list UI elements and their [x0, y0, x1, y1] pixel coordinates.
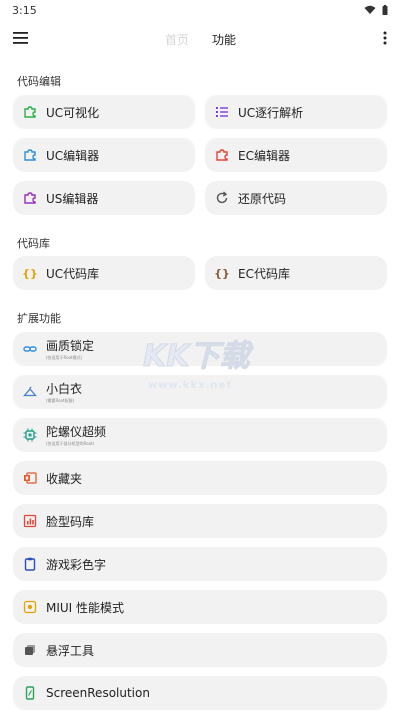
hanger-icon [23, 385, 37, 399]
restore-code-label: 还原代码 [238, 191, 287, 206]
chip-icon [23, 428, 37, 442]
refresh-icon [215, 191, 229, 205]
puzzle-icon [23, 191, 37, 205]
floating-tools-button[interactable]: 悬浮工具 [13, 633, 387, 667]
ec-code-lib-button[interactable]: {} EC代码库 [205, 256, 387, 290]
phone-icon [23, 686, 37, 700]
game-color-text-label: 游戏彩色字 [46, 557, 107, 572]
status-bar: 3:15 [0, 0, 400, 20]
tab-bar: 首页 功能 [0, 22, 400, 56]
uc-visual-button[interactable]: UC可视化 [13, 95, 195, 129]
restore-code-button[interactable]: 还原代码 [205, 181, 387, 215]
braces-icon: {} [22, 266, 38, 280]
uc-line-parse-label: UC逐行解析 [238, 105, 304, 120]
chart-icon [23, 514, 37, 528]
section-title-code-lib: 代码库 [17, 237, 50, 250]
white-coat-label: 小白衣 [46, 382, 83, 396]
quality-lock-label: 画质锁定 [46, 339, 95, 353]
puzzle-icon [23, 148, 37, 162]
section-title-extensions: 扩展功能 [17, 312, 61, 325]
uc-code-lib-button[interactable]: {} UC代码库 [13, 256, 195, 290]
uc-editor-button[interactable]: UC编辑器 [13, 138, 195, 172]
uc-visual-label: UC可视化 [46, 105, 100, 120]
gyro-overclock-button[interactable]: 陀螺仪超频 (仅适用于部分机型的Root) [13, 418, 387, 452]
app-bar: 首页 功能 [0, 22, 400, 56]
tab-functions[interactable]: 功能 [212, 31, 236, 48]
favorites-button[interactable]: 收藏夹 [13, 461, 387, 495]
white-coat-button[interactable]: 小白衣 (需要Root权限) [13, 375, 387, 409]
clipboard-icon [23, 557, 37, 571]
ec-code-lib-label: EC代码库 [238, 266, 290, 281]
status-icons [364, 5, 388, 15]
favorites-label: 收藏夹 [46, 471, 83, 486]
ec-editor-button[interactable]: EC编辑器 [205, 138, 387, 172]
menu-icon[interactable] [12, 30, 30, 46]
face-code-lib-label: 脸型码库 [46, 514, 95, 529]
white-coat-text: 小白衣 (需要Root权限) [46, 380, 82, 404]
quality-lock-sub: (仅适用于Root模式) [46, 355, 83, 360]
status-time: 3:15 [12, 3, 37, 17]
more-options-icon[interactable] [382, 30, 388, 46]
uc-line-parse-button[interactable]: UC逐行解析 [205, 95, 387, 129]
puzzle-icon [23, 105, 37, 119]
section-title-code-edit: 代码编辑 [17, 75, 61, 88]
screen-resolution-button[interactable]: ScreenResolution [13, 676, 387, 710]
link-icon [23, 342, 37, 356]
target-icon [23, 600, 37, 614]
quality-lock-text: 画质锁定 (仅适用于Root模式) [46, 337, 94, 361]
us-editor-label: US编辑器 [46, 191, 99, 206]
us-editor-button[interactable]: US编辑器 [13, 181, 195, 215]
gyro-overclock-sub: (仅适用于部分机型的Root) [46, 441, 95, 446]
screen-resolution-label: ScreenResolution [46, 686, 150, 700]
layers-icon [23, 643, 37, 657]
battery-icon [382, 5, 388, 15]
uc-editor-label: UC编辑器 [46, 148, 100, 163]
miui-performance-button[interactable]: MIUI 性能模式 [13, 590, 387, 624]
game-color-text-button[interactable]: 游戏彩色字 [13, 547, 387, 581]
braces-icon: {} [214, 266, 230, 280]
quality-lock-button[interactable]: 画质锁定 (仅适用于Root模式) [13, 332, 387, 366]
wifi-icon [364, 5, 376, 14]
white-coat-sub: (需要Root权限) [46, 398, 75, 403]
puzzle-icon [215, 148, 229, 162]
list-icon [215, 105, 229, 119]
gyro-overclock-text: 陀螺仪超频 (仅适用于部分机型的Root) [46, 423, 106, 447]
office-icon [23, 471, 37, 485]
face-code-lib-button[interactable]: 脸型码库 [13, 504, 387, 538]
uc-code-lib-label: UC代码库 [46, 266, 100, 281]
ec-editor-label: EC编辑器 [238, 148, 290, 163]
tab-home[interactable]: 首页 [165, 31, 189, 48]
gyro-overclock-label: 陀螺仪超频 [46, 425, 107, 439]
miui-performance-label: MIUI 性能模式 [46, 600, 125, 615]
floating-tools-label: 悬浮工具 [46, 643, 95, 658]
